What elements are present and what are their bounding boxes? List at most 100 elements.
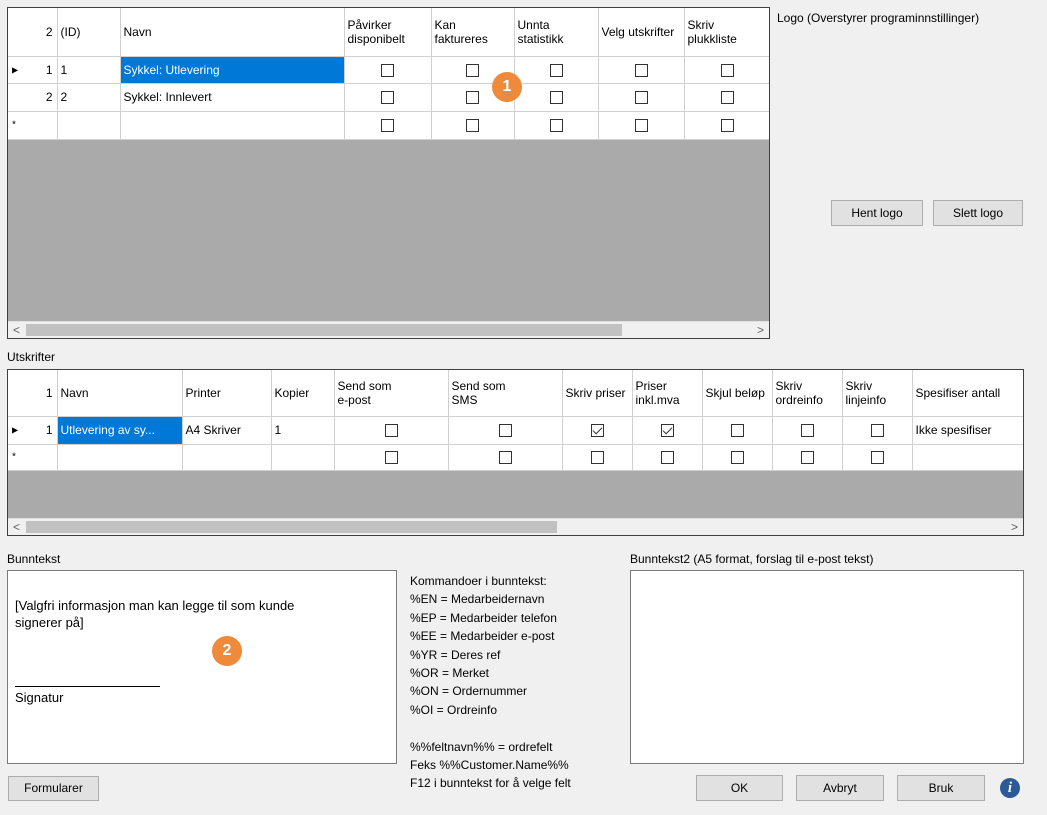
checkbox-affects-available[interactable] [381, 63, 394, 77]
cell-name[interactable] [120, 111, 345, 140]
checkbox-select-prints[interactable] [634, 119, 648, 133]
footer-label: Bunntekst [7, 552, 61, 566]
table-row[interactable]: 2 2 Sykkel: Innlevert [8, 83, 769, 112]
checkbox-send-sms[interactable] [498, 424, 512, 438]
ok-button[interactable]: OK [696, 775, 783, 801]
scroll-right-icon[interactable]: > [752, 322, 769, 338]
column-header-send-sms[interactable]: Send som SMS [448, 370, 563, 417]
column-header-name[interactable]: Navn [57, 370, 183, 417]
column-header-invoiceable[interactable]: Kan faktureres [431, 8, 515, 57]
checkbox-prices-incl-vat[interactable] [660, 424, 674, 438]
column-header-copies[interactable]: Kopier [271, 370, 335, 417]
cell-id[interactable]: 1 [57, 56, 121, 84]
help-line: %%feltnavn%% = ordrefelt [410, 739, 553, 754]
checkbox-prices-incl-vat[interactable] [660, 451, 674, 465]
checkbox-print-lineinfo[interactable] [870, 424, 884, 438]
scroll-left-icon[interactable]: < [8, 322, 25, 338]
column-header-print-orderinfo[interactable]: Skriv ordreinfo [772, 370, 843, 417]
checkbox-hide-amount[interactable] [730, 451, 744, 465]
delete-logo-button[interactable]: Slett logo [933, 200, 1023, 226]
row-header[interactable]: ▶ 1 [8, 416, 58, 445]
cell-name[interactable]: Sykkel: Innlevert [120, 83, 345, 112]
row-header[interactable]: ▶ 1 [8, 56, 58, 84]
column-header-select-prints[interactable]: Velg utskrifter [598, 8, 685, 57]
table-row[interactable]: ▶ 1 1 Sykkel: Utlevering [8, 56, 769, 84]
horizontal-scrollbar[interactable]: < > [8, 321, 769, 338]
checkbox-select-prints[interactable] [634, 91, 648, 105]
table-row[interactable]: ▶ 1 Utlevering av sy... A4 Skriver 1 Ikke… [8, 416, 1023, 445]
checkbox-hide-amount[interactable] [730, 424, 744, 438]
cancel-button[interactable]: Avbryt [796, 775, 884, 801]
cell-name[interactable]: Utlevering av sy... [57, 416, 183, 445]
column-header-name[interactable]: Navn [120, 8, 345, 57]
checkbox-send-email[interactable] [384, 451, 398, 465]
cell-printer[interactable] [182, 444, 272, 471]
new-row[interactable]: * [8, 444, 1023, 471]
checkbox-invoiceable[interactable] [466, 119, 479, 133]
checkbox-affects-available[interactable] [381, 119, 394, 133]
apply-button[interactable]: Bruk [897, 775, 985, 801]
cell-copies[interactable]: 1 [271, 416, 335, 445]
cell-printer[interactable]: A4 Skriver [182, 416, 272, 445]
cell-copies[interactable] [271, 444, 335, 471]
checkbox-print-orderinfo[interactable] [800, 451, 814, 465]
fetch-logo-button[interactable]: Hent logo [831, 200, 923, 226]
column-header-id[interactable]: (ID) [57, 8, 121, 57]
column-header-hide-amount[interactable]: Skjul beløp [702, 370, 773, 417]
info-icon[interactable]: i [1000, 778, 1020, 798]
logo-label: Logo (Overstyrer programinnstillinger) [777, 11, 980, 25]
scrollbar-thumb[interactable] [26, 324, 622, 336]
checkbox-exclude-statistics[interactable] [549, 91, 563, 105]
column-header-print-picklist[interactable]: Skriv plukkliste [684, 8, 769, 57]
signature-label: Signatur [15, 690, 64, 705]
checkbox-select-prints[interactable] [634, 63, 648, 77]
help-line: %YR = Deres ref [410, 647, 501, 662]
column-header-affects-available[interactable]: Påvirker disponibelt [344, 8, 432, 57]
new-row-header[interactable]: * [8, 111, 58, 140]
order-types-grid[interactable]: 2 (ID) Navn Påvirker disponibelt Kan fak… [7, 7, 770, 339]
cell-name[interactable]: Sykkel: Utlevering [120, 56, 345, 84]
column-header-print-lineinfo[interactable]: Skriv linjeinfo [842, 370, 913, 417]
column-header-print-prices[interactable]: Skriv priser [562, 370, 633, 417]
cell-id[interactable] [57, 111, 121, 140]
scroll-left-icon[interactable]: < [8, 519, 25, 535]
checkbox-print-prices[interactable] [590, 451, 604, 465]
scroll-right-icon[interactable]: > [1006, 519, 1023, 535]
row-header[interactable]: 2 [8, 83, 58, 112]
cell-specify-quantity[interactable]: Ikke spesifiser [912, 416, 1023, 445]
checkbox-affects-available[interactable] [381, 91, 394, 105]
cell-id[interactable]: 2 [57, 83, 121, 112]
column-header-printer[interactable]: Printer [182, 370, 272, 417]
column-header-exclude-statistics[interactable]: Unnta statistikk [514, 8, 599, 57]
checkbox-send-email[interactable] [384, 424, 398, 438]
checkbox-print-picklist[interactable] [720, 63, 734, 77]
checkbox-print-orderinfo[interactable] [800, 424, 814, 438]
checkbox-print-prices[interactable] [590, 424, 604, 438]
column-header-specify-quantity[interactable]: Spesifiser antall [912, 370, 1023, 417]
cell-name[interactable] [57, 444, 183, 471]
checkbox-print-picklist[interactable] [720, 119, 734, 133]
horizontal-scrollbar[interactable]: < > [8, 518, 1023, 535]
checkbox-exclude-statistics[interactable] [549, 119, 563, 133]
help-line: %OI = Ordreinfo [410, 702, 498, 717]
new-row-header[interactable]: * [8, 444, 58, 471]
footer-textarea[interactable]: [Valgfri informasjon man kan legge til s… [7, 570, 397, 764]
help-spacer [410, 719, 571, 737]
checkbox-print-picklist[interactable] [720, 91, 734, 105]
forms-button[interactable]: Formularer [8, 776, 99, 801]
checkbox-print-lineinfo[interactable] [870, 451, 884, 465]
footer2-textarea[interactable] [630, 570, 1024, 764]
checkbox-send-sms[interactable] [498, 451, 512, 465]
footer2-label: Bunntekst2 (A5 format, forslag til e-pos… [630, 552, 874, 566]
new-row[interactable]: * [8, 111, 769, 140]
footer-text-line1: [Valgfri informasjon man kan legge til s… [15, 598, 295, 613]
cell-specify-quantity[interactable] [912, 444, 1023, 471]
column-header-prices-incl-vat[interactable]: Priser inkl.mva [632, 370, 703, 417]
checkbox-invoiceable[interactable] [466, 91, 479, 105]
help-line: F12 i bunntekst for å velge felt [410, 776, 571, 791]
checkbox-exclude-statistics[interactable] [549, 63, 563, 77]
checkbox-invoiceable[interactable] [466, 63, 479, 77]
prints-grid[interactable]: 1 Navn Printer Kopier Send som e-post Se… [7, 369, 1024, 536]
column-header-send-email[interactable]: Send som e-post [334, 370, 449, 417]
scrollbar-thumb[interactable] [26, 521, 557, 533]
